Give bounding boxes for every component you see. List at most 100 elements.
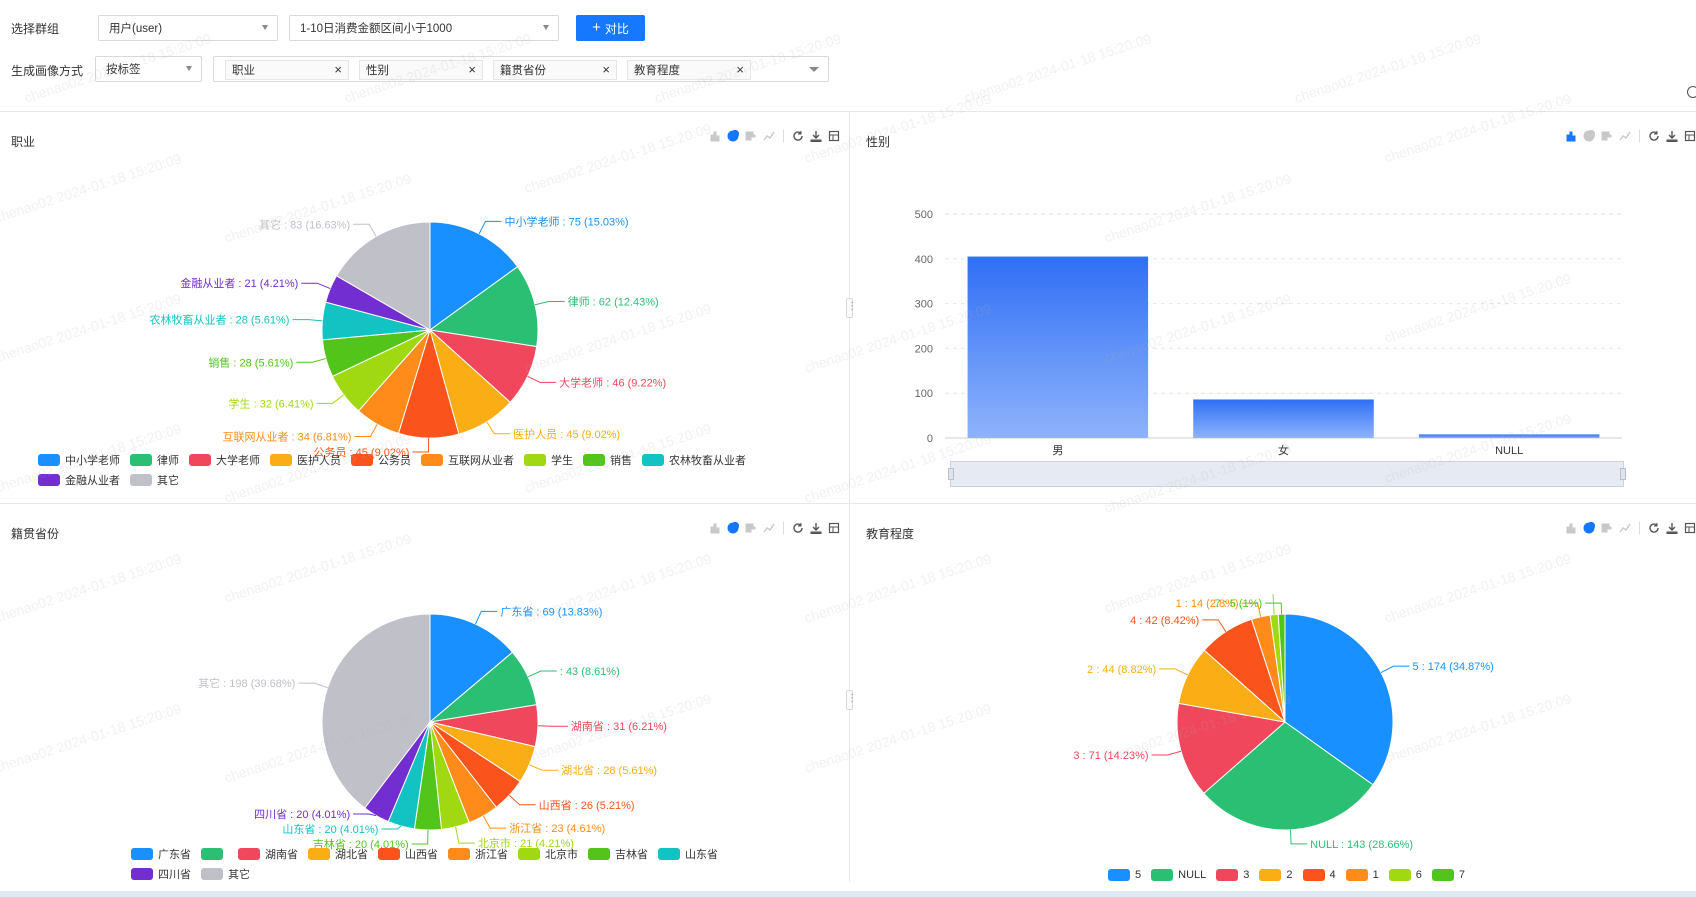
legend-swatch: [189, 454, 211, 466]
slider-handle[interactable]: [1620, 468, 1626, 480]
refresh-icon[interactable]: [1687, 86, 1696, 98]
tag-select[interactable]: 职业 × 性别 × 籍贯省份 × 教育程度 ×: [213, 56, 829, 82]
legend-item[interactable]: 学生: [524, 450, 573, 470]
legend-label: 3: [1243, 869, 1250, 881]
legend-item[interactable]: 农林牧畜从业者: [642, 450, 746, 470]
legend-item[interactable]: 湖北省: [308, 844, 368, 864]
method-select[interactable]: 按标签: [95, 56, 202, 82]
close-icon[interactable]: ×: [468, 62, 476, 77]
x-tick-label: 男: [1052, 445, 1063, 457]
legend-item[interactable]: 6: [1388, 865, 1422, 885]
legend-item[interactable]: 湖南省: [238, 844, 298, 864]
table-view-icon[interactable]: [1684, 130, 1696, 142]
y-tick-label: 0: [927, 433, 933, 445]
legend-item[interactable]: 3: [1216, 865, 1249, 885]
y-tick-label: 500: [915, 209, 933, 221]
table-view-icon[interactable]: [828, 130, 840, 142]
line-chart-icon[interactable]: [1619, 130, 1631, 142]
province-panel: 籍贯省份 广东省 : 69 (13.83%) : 43 (8.61%) 湖南省 :…: [0, 504, 849, 891]
legend-item[interactable]: 5: [1108, 865, 1141, 885]
line-chart-icon[interactable]: [763, 522, 775, 534]
legend-item[interactable]: 7: [1431, 865, 1465, 885]
bottom-scrollbar[interactable]: [0, 891, 1696, 897]
legend-item[interactable]: 浙江省: [448, 844, 508, 864]
table-view-icon[interactable]: [1684, 522, 1696, 534]
tag-item[interactable]: 职业 ×: [225, 60, 349, 80]
bar-chart-icon[interactable]: [709, 130, 721, 142]
legend-item[interactable]: 医护人员: [270, 450, 341, 470]
label-line: [353, 813, 377, 817]
pie-chart-icon[interactable]: [1583, 130, 1595, 142]
group-select[interactable]: 用户(user): [98, 15, 278, 41]
bar[interactable]: [1193, 399, 1374, 438]
download-icon[interactable]: [810, 130, 822, 142]
condition-select[interactable]: 1-10日消费金额区间小于1000: [289, 15, 559, 41]
legend-item[interactable]: NULL: [1151, 865, 1206, 885]
chart-legend: 中小学老师 律师 大学老师 医护人员 公务员 互联网从业者 学生 销售 农林牧畜从业者金融从业者…: [38, 450, 838, 490]
legend-item[interactable]: 公务员: [351, 450, 411, 470]
line-chart-icon[interactable]: [763, 130, 775, 142]
bar-chart-icon[interactable]: [1565, 130, 1577, 142]
close-icon[interactable]: ×: [736, 62, 744, 77]
horizontal-bar-icon[interactable]: [745, 130, 757, 142]
legend-item[interactable]: 金融从业者: [38, 470, 120, 490]
legend-item[interactable]: 销售: [583, 450, 632, 470]
group-label: 选择群组: [11, 22, 60, 36]
legend-item[interactable]: 1: [1345, 865, 1379, 885]
legend-item[interactable]: 广东省: [131, 844, 191, 864]
compare-button[interactable]: + 对比: [576, 15, 645, 41]
legend-label: 学生: [551, 455, 573, 467]
zoom-slider[interactable]: [948, 461, 1626, 487]
download-icon[interactable]: [1666, 130, 1678, 142]
pie-chart-icon[interactable]: [727, 522, 739, 534]
data-label: 山东省 : 20 (4.01%): [282, 823, 378, 836]
bar-chart-icon[interactable]: [1565, 522, 1577, 534]
legend-item[interactable]: 山东省: [658, 844, 718, 864]
legend-swatch: [378, 848, 400, 860]
legend-item[interactable]: 大学老师: [189, 450, 260, 470]
close-icon[interactable]: ×: [602, 62, 610, 77]
data-label: 其它 : 83 (16.63%): [259, 217, 350, 231]
legend-item[interactable]: 山西省: [378, 844, 438, 864]
bar-chart-icon[interactable]: [709, 522, 721, 534]
refresh-icon[interactable]: [1648, 522, 1660, 534]
slider-handle[interactable]: [948, 468, 954, 480]
tag-item[interactable]: 籍贯省份 ×: [493, 60, 617, 80]
legend-item[interactable]: 互联网从业者: [421, 450, 514, 470]
label-line: [1159, 668, 1188, 676]
legend-item[interactable]: 吉林省: [588, 844, 648, 864]
download-icon[interactable]: [810, 522, 822, 534]
tag-item[interactable]: 性别 ×: [359, 60, 483, 80]
horizontal-bar-icon[interactable]: [1601, 130, 1613, 142]
close-icon[interactable]: ×: [334, 62, 342, 77]
line-chart-icon[interactable]: [1619, 522, 1631, 534]
legend-item[interactable]: 4: [1302, 865, 1336, 885]
label-line: [1151, 750, 1182, 756]
refresh-icon[interactable]: [792, 130, 804, 142]
download-icon[interactable]: [1666, 522, 1678, 534]
panel-title: 性别: [866, 135, 891, 149]
legend-item[interactable]: 其它: [201, 864, 250, 884]
label-line: [529, 764, 559, 771]
data-label: 2 : 44 (8.82%): [1087, 664, 1156, 676]
pie-chart-icon[interactable]: [727, 130, 739, 142]
tag-item[interactable]: 教育程度 ×: [627, 60, 751, 80]
legend-item[interactable]: 律师: [130, 450, 179, 470]
legend-item[interactable]: 北京市: [518, 844, 578, 864]
legend-item[interactable]: [201, 844, 228, 864]
legend-item[interactable]: 2: [1259, 865, 1293, 885]
chevron-down-icon: [186, 66, 192, 71]
education-panel: 教育程度 5 : 174 (34.87%) NULL : 143 (28.66%)…: [850, 504, 1696, 891]
bar[interactable]: [967, 256, 1149, 438]
horizontal-bar-icon[interactable]: [1601, 522, 1613, 534]
bar[interactable]: [1418, 434, 1600, 438]
legend-item[interactable]: 其它: [130, 470, 179, 490]
legend-label: 其它: [157, 475, 179, 487]
legend-item[interactable]: 中小学老师: [38, 450, 120, 470]
pie-chart-icon[interactable]: [1583, 522, 1595, 534]
refresh-icon[interactable]: [1648, 130, 1660, 142]
refresh-icon[interactable]: [792, 522, 804, 534]
horizontal-bar-icon[interactable]: [745, 522, 757, 534]
table-view-icon[interactable]: [828, 522, 840, 534]
legend-item[interactable]: 四川省: [131, 864, 191, 884]
